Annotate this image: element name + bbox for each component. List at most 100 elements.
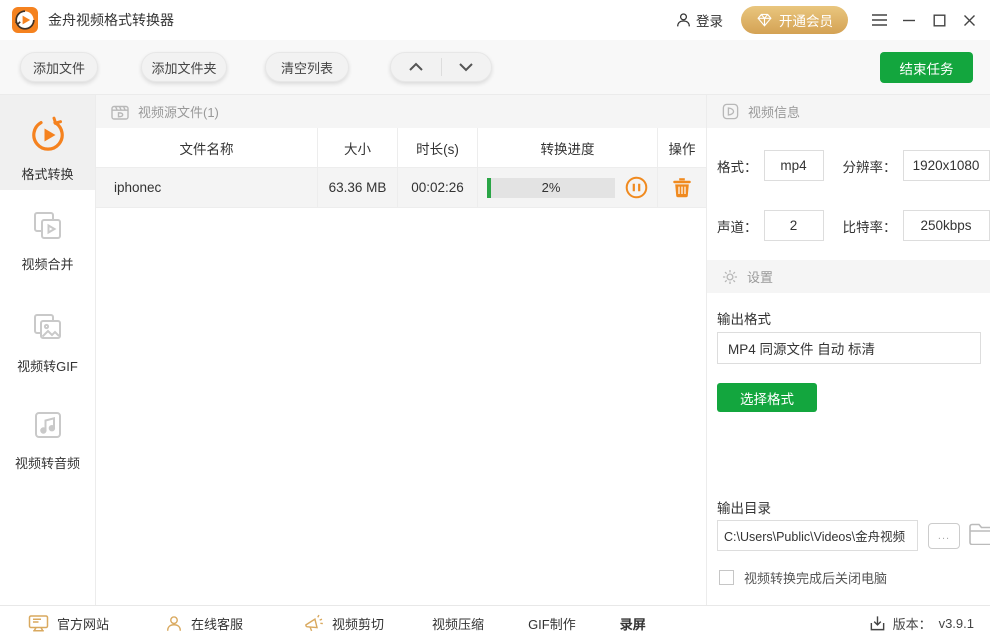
- channels-label: 声道：: [717, 216, 758, 236]
- video-info-icon: [721, 102, 740, 121]
- format-convert-icon: [0, 115, 95, 155]
- video-cut-link[interactable]: 视频剪切: [303, 613, 384, 633]
- minimize-button[interactable]: [894, 6, 924, 34]
- resolution-value: 1920x1080: [903, 150, 990, 181]
- video-cut-label: 视频剪切: [332, 614, 384, 633]
- sidebar-item-video-merge[interactable]: 视频合并: [0, 207, 95, 289]
- col-header-size: 大小: [318, 128, 398, 167]
- settings-header: 设置: [707, 260, 990, 293]
- col-header-progress: 转换进度: [478, 128, 658, 167]
- gear-icon: [721, 268, 739, 286]
- sidebar-item-video-to-audio[interactable]: 视频转音频: [0, 406, 95, 488]
- video-compress-link[interactable]: 视频压缩: [432, 614, 484, 633]
- output-dir-value: C:\Users\Public\Videos\金舟视频: [724, 526, 905, 545]
- add-file-button[interactable]: 添加文件: [20, 52, 98, 82]
- titlebar-right: 登录 开通会员: [675, 6, 990, 34]
- maximize-button[interactable]: [924, 6, 954, 34]
- output-format-field[interactable]: MP4 同源文件 自动 标清: [717, 332, 981, 364]
- browse-button[interactable]: ...: [928, 523, 960, 549]
- menu-icon[interactable]: [864, 6, 894, 34]
- screen-record-link[interactable]: 录屏: [620, 614, 646, 633]
- pause-button[interactable]: [625, 176, 648, 199]
- progress-bar: 2%: [487, 178, 615, 198]
- sidebar-item-label: 视频转GIF: [0, 356, 95, 375]
- video-to-audio-icon: [0, 406, 95, 444]
- login-button[interactable]: 登录: [675, 10, 723, 30]
- output-format-label: 输出格式: [717, 308, 771, 328]
- info-settings-panel: 视频信息 格式： mp4 分辨率： 1920x1080 声道： 2 比特率： 2…: [706, 95, 990, 605]
- sidebar-item-format-convert[interactable]: 格式转换: [0, 95, 95, 190]
- sidebar-item-video-to-gif[interactable]: 视频转GIF: [0, 309, 95, 391]
- output-format-value: MP4 同源文件 自动 标清: [728, 338, 875, 358]
- sidebar: 格式转换 视频合并 视频转GIF: [0, 95, 96, 605]
- source-files-header: 视频源文件(1): [96, 95, 706, 128]
- version-label: 版本：: [893, 614, 932, 633]
- video-to-gif-icon: [0, 309, 95, 347]
- app-title: 金舟视频格式转换器: [48, 10, 174, 30]
- info-row-format-resolution: 格式： mp4 分辨率： 1920x1080: [707, 150, 990, 181]
- close-button[interactable]: [954, 6, 984, 34]
- official-site-label: 官方网站: [57, 614, 109, 633]
- title-bar: 金舟视频格式转换器 登录 开通会员: [0, 0, 990, 40]
- gif-maker-label: GIF制作: [528, 614, 576, 633]
- gif-maker-link[interactable]: GIF制作: [528, 614, 576, 633]
- bitrate-value: 250kbps: [903, 210, 990, 241]
- vip-button[interactable]: 开通会员: [741, 6, 848, 34]
- add-folder-button[interactable]: 添加文件夹: [141, 52, 227, 82]
- screen-record-label: 录屏: [620, 614, 646, 633]
- update-download-icon: [869, 615, 886, 632]
- info-row-channels-bitrate: 声道： 2 比特率： 250kbps: [707, 210, 990, 241]
- cell-duration: 00:02:26: [398, 168, 478, 207]
- sidebar-item-label: 格式转换: [0, 164, 95, 183]
- progress-text: 2%: [487, 178, 615, 198]
- col-header-duration: 时长(s): [398, 128, 478, 167]
- person-icon: [675, 11, 692, 29]
- login-label: 登录: [696, 10, 723, 30]
- shutdown-checkbox[interactable]: [719, 570, 734, 585]
- app-logo-icon: [12, 7, 38, 33]
- sidebar-item-label: 视频合并: [0, 254, 95, 273]
- version-value: v3.9.1: [939, 616, 974, 631]
- video-info-title: 视频信息: [748, 102, 800, 121]
- settings-title: 设置: [747, 267, 773, 286]
- cell-size: 63.36 MB: [318, 168, 398, 207]
- version-area[interactable]: 版本： v3.9.1: [869, 614, 974, 633]
- move-down-button[interactable]: [441, 53, 491, 81]
- choose-format-button[interactable]: 选择格式: [717, 383, 817, 412]
- video-merge-icon: [0, 207, 95, 245]
- table-row[interactable]: iphonec 63.36 MB 00:02:26 2%: [96, 168, 706, 208]
- bitrate-label: 比特率：: [843, 216, 897, 236]
- monitor-icon: [28, 614, 49, 633]
- resolution-label: 分辨率：: [843, 156, 897, 176]
- cell-filename: iphonec: [96, 168, 318, 207]
- footer-bar: 官方网站 在线客服 视频剪切 视频压缩 GIF制作 录屏: [0, 605, 990, 640]
- sidebar-item-label: 视频转音频: [0, 453, 95, 472]
- move-up-button[interactable]: [391, 53, 441, 81]
- table-header-row: 文件名称 大小 时长(s) 转换进度 操作: [96, 128, 706, 168]
- output-dir-field[interactable]: C:\Users\Public\Videos\金舟视频: [717, 520, 918, 551]
- shutdown-label: 视频转换完成后关闭电脑: [744, 568, 887, 587]
- channels-value: 2: [764, 210, 824, 241]
- video-info-header: 视频信息: [707, 95, 990, 128]
- clear-list-button[interactable]: 清空列表: [265, 52, 349, 82]
- person-icon: [165, 614, 183, 633]
- video-compress-label: 视频压缩: [432, 614, 484, 633]
- toolbar: 添加文件 添加文件夹 清空列表 结束任务: [0, 40, 990, 95]
- online-service-link[interactable]: 在线客服: [165, 614, 243, 633]
- vip-label: 开通会员: [779, 10, 833, 30]
- cell-progress: 2%: [478, 168, 658, 207]
- source-files-title: 视频源文件(1): [138, 102, 219, 121]
- open-folder-button[interactable]: [968, 522, 990, 545]
- format-value: mp4: [764, 150, 824, 181]
- megaphone-icon: [303, 613, 324, 633]
- end-task-button[interactable]: 结束任务: [880, 52, 973, 83]
- delete-button[interactable]: [672, 177, 692, 198]
- shutdown-option[interactable]: 视频转换完成后关闭电脑: [719, 568, 887, 587]
- format-label: 格式：: [717, 156, 758, 176]
- official-site-link[interactable]: 官方网站: [28, 614, 109, 633]
- output-dir-label: 输出目录: [717, 497, 771, 517]
- diamond-icon: [756, 12, 773, 28]
- reorder-buttons: [390, 52, 492, 82]
- file-list-panel: 视频源文件(1) 文件名称 大小 时长(s) 转换进度 操作 iphonec 6…: [96, 95, 706, 605]
- clapperboard-icon: [110, 102, 130, 122]
